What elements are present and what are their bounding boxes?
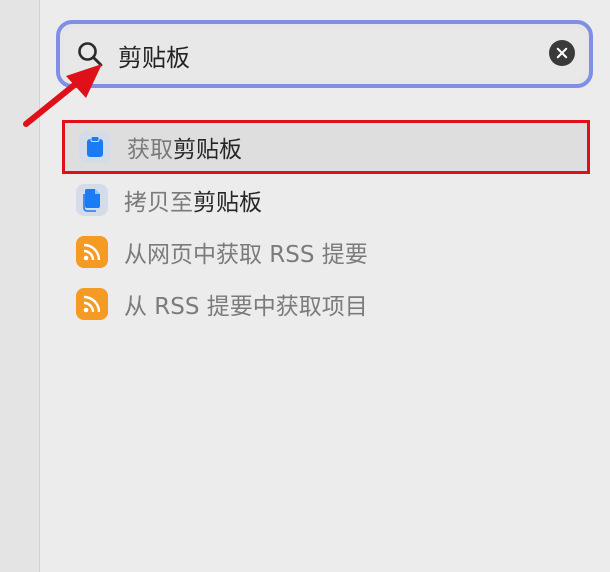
result-get-rss-from-page[interactable]: 从网页中获取 RSS 提要 (62, 226, 590, 278)
result-get-rss-items[interactable]: 从 RSS 提要中获取项目 (62, 278, 590, 330)
result-label: 从网页中获取 RSS 提要 (124, 242, 368, 268)
clipboard-icon (79, 131, 111, 163)
copy-documents-icon (76, 184, 108, 216)
result-label: 获取剪贴板 (127, 137, 242, 163)
results-list: 获取剪贴板 拷贝至剪贴板 从网页中获取 RSS 提要 从 RSS 提要中获取项目 (62, 120, 590, 330)
clear-search-icon[interactable] (549, 40, 575, 66)
result-get-clipboard[interactable]: 获取剪贴板 (62, 120, 590, 174)
search-input[interactable] (116, 36, 520, 74)
rss-icon (76, 288, 108, 320)
result-label: 拷贝至剪贴板 (124, 190, 262, 216)
result-label: 从 RSS 提要中获取项目 (124, 294, 368, 320)
search-field[interactable] (64, 28, 585, 80)
rss-icon (76, 236, 108, 268)
search-field-container[interactable] (56, 20, 593, 88)
result-copy-to-clipboard[interactable]: 拷贝至剪贴板 (62, 174, 590, 226)
